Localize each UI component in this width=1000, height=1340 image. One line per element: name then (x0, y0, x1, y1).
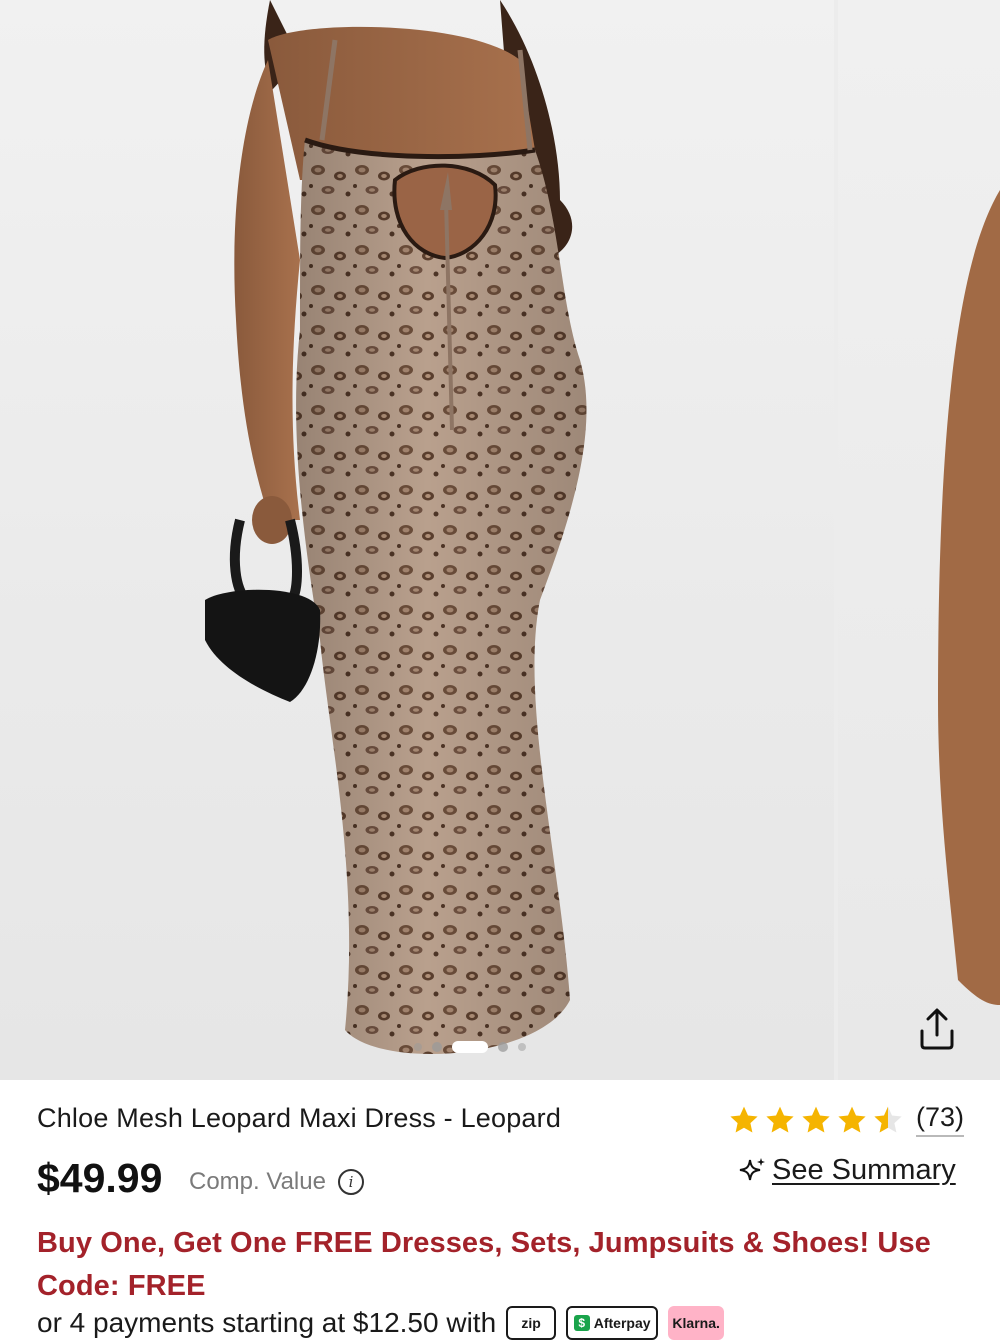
review-count-link[interactable]: (73) (916, 1102, 965, 1137)
star-icon (730, 1106, 758, 1133)
product-title: Chloe Mesh Leopard Maxi Dress - Leopard (37, 1103, 562, 1133)
product-image-next[interactable] (838, 0, 1000, 1080)
afterpay-badge[interactable]: $ Afterpay (566, 1306, 659, 1340)
afterpay-label: Afterpay (593, 1315, 651, 1331)
model-photo (205, 0, 587, 1054)
carousel-pagination (414, 1038, 526, 1056)
share-icon (920, 1008, 954, 1050)
comp-value: Comp. Value i (189, 1168, 364, 1196)
promo-banner: Buy One, Get One FREE Dresses, Sets, Jum… (37, 1227, 931, 1302)
carousel-dot[interactable] (432, 1042, 442, 1052)
zip-badge[interactable]: zip (506, 1306, 557, 1340)
carousel-dot[interactable] (414, 1043, 422, 1051)
installments-text: or 4 payments starting at $12.50 with (37, 1307, 497, 1338)
info-icon[interactable]: i (337, 1169, 364, 1195)
comp-value-label: Comp. Value (189, 1168, 326, 1195)
carousel-dot[interactable] (498, 1042, 508, 1052)
model-photo-next (938, 190, 1000, 1005)
star-icon (802, 1106, 830, 1133)
product-image-main[interactable] (0, 0, 834, 1080)
star-icon (766, 1106, 794, 1133)
see-summary-link[interactable]: See Summary (738, 1154, 956, 1187)
klarna-badge[interactable]: Klarna. (668, 1306, 725, 1340)
product-rating[interactable]: (73) (728, 1102, 965, 1137)
star-half-icon (874, 1106, 902, 1133)
product-image-carousel[interactable] (0, 0, 1000, 1080)
sparkle-icon (739, 1157, 765, 1180)
installments-row: or 4 payments starting at $12.50 with zi… (37, 1306, 725, 1340)
carousel-dot-active[interactable] (452, 1041, 488, 1053)
see-summary-label: See Summary (772, 1154, 956, 1186)
product-price: $49.99 (37, 1155, 163, 1201)
afterpay-logo-icon: $ (573, 1315, 590, 1331)
share-button[interactable] (906, 998, 968, 1060)
star-icon (838, 1106, 866, 1133)
carousel-dot[interactable] (518, 1043, 526, 1051)
